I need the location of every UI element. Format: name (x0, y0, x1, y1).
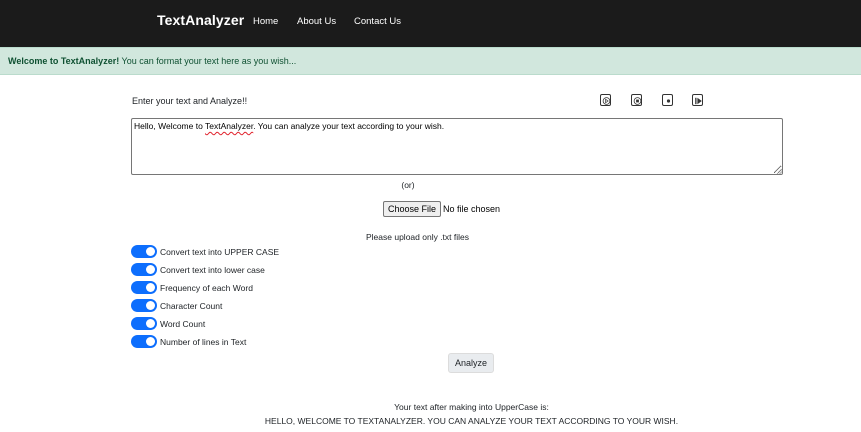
option-line-count: Number of lines in Text (131, 335, 246, 348)
word-count-toggle[interactable] (131, 317, 157, 330)
nav-contact-us[interactable]: Contact Us (354, 16, 401, 27)
word-count-label: Word Count (160, 318, 206, 329)
file-upload: Choose File No file chosen (383, 201, 500, 217)
character-count-label: Character Count (160, 300, 223, 311)
navbar: TextAnalyzer Home About Us Contact Us (0, 0, 861, 47)
prompt-label: Enter your text and Analyze!! (132, 96, 248, 106)
text-input[interactable]: Hello, Welcome to TextAnalyzer. You can … (131, 118, 783, 175)
next-icon[interactable] (692, 94, 703, 106)
character-count-toggle[interactable] (131, 299, 157, 312)
result-title: Your text after making into UpperCase is… (394, 402, 549, 412)
or-divider: (or) (401, 180, 415, 190)
line-count-toggle[interactable] (131, 335, 157, 348)
word-frequency-toggle[interactable] (131, 281, 157, 294)
nav-home[interactable]: Home (253, 16, 278, 27)
welcome-alert: Welcome to TextAnalyzer! You can format … (0, 47, 861, 75)
lowercase-toggle[interactable] (131, 263, 157, 276)
text-misspelled: TextAnalyzer (205, 121, 254, 131)
text-before: Hello, Welcome to (134, 121, 206, 131)
option-lowercase: Convert text into lower case (131, 263, 265, 276)
play-icon[interactable] (600, 94, 611, 106)
stop-icon[interactable] (631, 94, 642, 106)
nav-about-us[interactable]: About Us (297, 16, 336, 27)
result-text: HELLO, WELCOME TO TEXTANALYZER. YOU CAN … (264, 416, 679, 426)
option-word-frequency: Frequency of each Word (131, 281, 253, 294)
analyze-button[interactable]: Analyze (448, 353, 494, 373)
alert-message: You can format your text here as you wis… (119, 56, 297, 66)
word-frequency-label: Frequency of each Word (160, 282, 253, 293)
file-status: No file chosen (443, 204, 501, 214)
upload-note: Please upload only .txt files (366, 232, 470, 242)
brand-logo[interactable]: TextAnalyzer (157, 12, 244, 28)
choose-file-button[interactable]: Choose File (383, 201, 442, 217)
uppercase-toggle[interactable] (131, 245, 157, 258)
option-character-count: Character Count (131, 299, 222, 312)
text-after: . You can analyze your text according to… (253, 121, 445, 131)
line-count-label: Number of lines in Text (160, 336, 247, 347)
option-word-count: Word Count (131, 317, 205, 330)
uppercase-label: Convert text into UPPER CASE (160, 246, 280, 257)
option-uppercase: Convert text into UPPER CASE (131, 245, 279, 258)
alert-strong: Welcome to TextAnalyzer! (8, 56, 120, 66)
lowercase-label: Convert text into lower case (160, 264, 265, 275)
resize-grip-icon[interactable] (776, 168, 782, 174)
record-icon[interactable] (662, 94, 673, 106)
